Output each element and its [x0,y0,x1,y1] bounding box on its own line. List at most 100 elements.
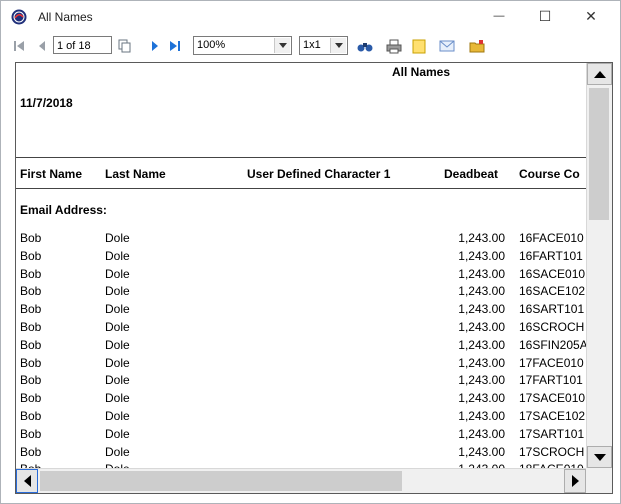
cell-first-name: Bob [20,426,42,441]
cell-course-code: 16FACE010 [519,231,584,245]
maximize-icon: ☐ [538,7,552,24]
chevron-down-icon [274,38,290,53]
cell-last-name: Dole [105,444,130,459]
cell-course-code: 16SFIN205A [519,337,586,352]
last-page-icon[interactable] [167,38,183,54]
table-row: Bob Dole 1,243.00 17FACE010 [16,356,586,374]
scroll-up-button[interactable] [587,63,612,85]
cell-last-name: Dole [105,266,130,281]
column-header-first-name: First Name [20,167,83,181]
scroll-left-button[interactable] [16,469,38,493]
page-number-input[interactable]: 1 of 18 [53,36,112,54]
cell-course-code: 17SCROCH [519,444,585,459]
cell-course-code: 17FACE010 [519,355,584,370]
cell-course-code: 16SACE102 [519,284,586,299]
arrow-left-icon [23,475,31,487]
export-icon[interactable] [469,38,485,54]
minimize-button[interactable]: — [476,1,522,31]
divider [16,157,586,158]
title-bar: All Names — ☐ ✕ [1,1,620,31]
zoom-value: 100% [197,39,226,51]
first-page-icon[interactable] [11,38,27,54]
column-header-user-defined: User Defined Character 1 [247,167,391,181]
table-row: Bob Dole 1,243.00 16SACE102 [16,284,586,302]
cell-deadbeat: 1,243.00 [458,373,505,388]
vertical-scroll-thumb[interactable] [589,88,609,220]
cell-last-name: Dole [105,355,130,370]
cell-course-code: 16SCROCH [519,320,585,334]
horizontal-scrollbar[interactable] [16,468,586,493]
cell-last-name: Dole [105,391,130,406]
cell-course-code: 17SACE102 [519,409,586,423]
cell-first-name: Bob [20,320,42,334]
table-row: Bob Dole 1,243.00 16SACE010 [16,267,586,285]
layout-select[interactable]: 1x1 [299,36,348,55]
cell-last-name: Dole [105,337,130,352]
cell-last-name: Dole [105,284,130,299]
report-viewer-window: All Names — ☐ ✕ 1 of 18 100% 1x1 All Nam… [0,0,621,504]
cell-last-name: Dole [105,409,130,423]
column-header-last-name: Last Name [105,167,166,181]
table-row: Bob Dole 1,243.00 17SCROCH [16,445,586,463]
table-row: Bob Dole 1,243.00 17SACE010 [16,391,586,409]
next-page-icon[interactable] [147,38,163,54]
minimize-icon: — [493,10,505,22]
scroll-down-button[interactable] [587,446,612,468]
close-icon: ✕ [585,7,597,24]
cell-last-name: Dole [105,302,130,317]
cell-first-name: Bob [20,444,42,459]
cell-course-code: 17SACE010 [519,391,586,406]
scrollbar-corner [586,468,612,493]
cell-deadbeat: 1,243.00 [458,302,505,317]
cell-first-name: Bob [20,266,42,281]
cell-last-name: Dole [105,231,130,245]
cell-last-name: Dole [105,248,130,263]
maximize-button[interactable]: ☐ [522,1,568,31]
cell-course-code: 17SART101 [519,426,585,441]
cell-deadbeat: 1,243.00 [458,266,505,281]
zoom-select[interactable]: 100% [193,36,292,55]
horizontal-scroll-thumb[interactable] [40,471,402,491]
find-icon[interactable] [357,38,373,54]
table-row: Bob Dole 1,243.00 17SART101 [16,427,586,445]
cell-deadbeat: 1,243.00 [458,337,505,352]
layout-value: 1x1 [303,39,321,51]
table-row: Bob Dole 1,243.00 16FART101 [16,249,586,267]
divider [16,188,586,189]
cell-deadbeat: 1,243.00 [458,284,505,299]
scroll-right-button[interactable] [564,469,586,493]
cell-course-code: 16SART101 [519,302,585,317]
table-row: Bob Dole 1,243.00 17FART101 [16,373,586,391]
cell-first-name: Bob [20,284,42,299]
table-row: Bob Dole 1,243.00 16SCROCH [16,320,586,338]
cell-last-name: Dole [105,373,130,388]
cell-deadbeat: 1,243.00 [458,231,505,245]
app-logo-icon [11,9,27,25]
close-button[interactable]: ✕ [568,1,614,31]
previous-page-icon[interactable] [34,38,50,54]
arrow-down-icon [593,453,606,461]
cell-last-name: Dole [105,426,130,441]
copy-icon[interactable] [117,38,133,54]
cell-deadbeat: 1,243.00 [458,409,505,423]
column-header-course: Course Co [519,167,580,181]
group-header-email: Email Address: [20,203,107,217]
report-preview[interactable]: All Names 11/7/2018 First Name Last Name… [15,62,613,494]
cell-first-name: Bob [20,248,42,263]
table-row: Bob Dole 1,243.00 16FACE010 [16,231,586,249]
notes-icon[interactable] [411,38,427,54]
cell-first-name: Bob [20,231,42,245]
chevron-down-icon [330,38,346,53]
vertical-scrollbar[interactable] [586,63,612,468]
column-header-deadbeat: Deadbeat [444,167,499,181]
cell-deadbeat: 1,243.00 [458,248,505,263]
cell-course-code: 16FART101 [519,248,583,263]
cell-first-name: Bob [20,302,42,317]
print-icon[interactable] [386,38,402,54]
cell-deadbeat: 1,243.00 [458,444,505,459]
cell-first-name: Bob [20,391,42,406]
report-date: 11/7/2018 [20,96,73,110]
arrow-up-icon [593,70,606,78]
email-icon[interactable] [439,38,455,54]
cell-first-name: Bob [20,409,42,423]
